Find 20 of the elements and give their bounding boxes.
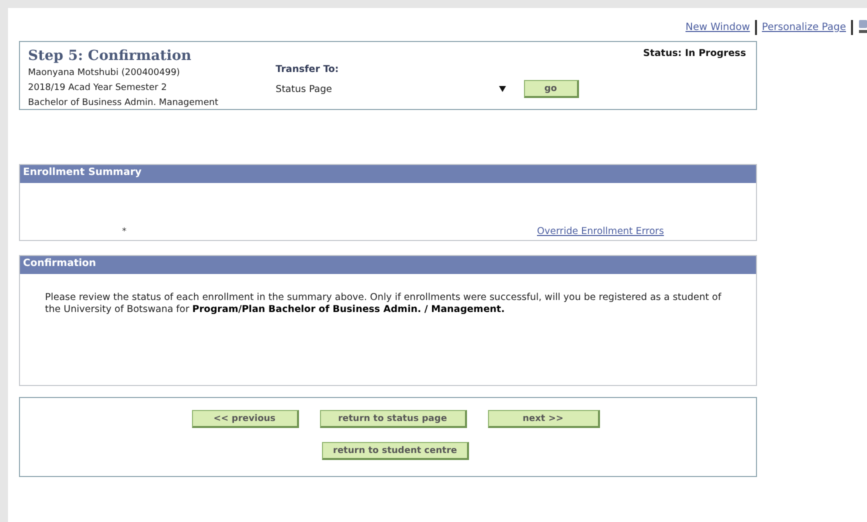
student-info: Bachelor of Business Admin. Management <box>28 97 218 110</box>
page-title: Step 5: Confirmation <box>28 48 192 64</box>
student-info: Maonyana Motshubi (200400499) <box>28 67 181 80</box>
transfer-dropdown[interactable]: Status Page <box>276 84 524 94</box>
nav-button[interactable]: return to student centre <box>322 442 469 460</box>
transfer-label: Transfer To: <box>276 64 340 75</box>
nav-button[interactable]: return to status page <box>320 410 466 428</box>
nav-button[interactable]: << previous <box>192 410 298 428</box>
section-header: Confirmation <box>20 256 756 274</box>
top-link[interactable]: New Window <box>686 22 750 32</box>
status-text: Status: In Progress <box>643 48 746 61</box>
top-link[interactable]: Personalize Page <box>762 22 846 32</box>
go-button[interactable]: go <box>524 80 579 98</box>
section-header: Enrollment Summary <box>20 165 756 183</box>
dropdown-caret-icon[interactable] <box>498 86 506 92</box>
student-info: 2018/19 Acad Year Semester 2 <box>28 82 168 95</box>
required-marker: * <box>122 227 128 237</box>
override-link[interactable]: Override Enrollment Errors <box>537 226 664 237</box>
confirmation-message: Please review the status of each enrollment in the summary above. Only if enrollments were successful, will you be registered as a student of the University of Botswana for Program/Plan Bachelor of Business Admin. / Management. <box>45 292 722 316</box>
nav-button[interactable]: next >> <box>488 410 600 428</box>
